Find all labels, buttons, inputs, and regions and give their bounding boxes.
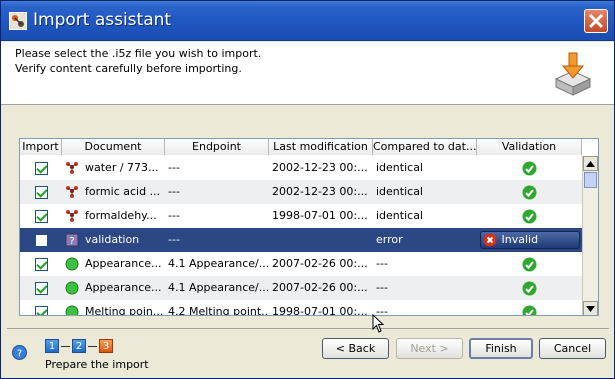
endpoint-cell: 4.1 Appearance/...	[168, 281, 269, 294]
error-icon	[483, 233, 496, 247]
invalid-label: Invalid	[501, 233, 539, 246]
modified-cell: 2002-12-23 00:...	[272, 161, 368, 174]
step-2-badge: 2	[72, 339, 86, 353]
import-checkbox[interactable]	[34, 185, 48, 199]
endpoint-cell: ---	[168, 233, 180, 246]
check-ok-icon	[522, 305, 537, 315]
table-row[interactable]: formaldehy... --- 1998-07-01 00:... iden…	[20, 204, 582, 228]
unknown-doc-icon: ?	[65, 233, 79, 247]
col-last-modification-header[interactable]: Last modification	[269, 139, 373, 155]
table-row[interactable]: formic acid ... --- 2002-12-23 00:... id…	[20, 180, 582, 204]
col-compared-header[interactable]: Compared to dat...	[373, 139, 477, 155]
check-ok-icon	[522, 161, 537, 175]
import-checkbox[interactable]	[34, 305, 48, 315]
title-bar[interactable]: Import assistant	[1, 1, 614, 41]
modified-cell: 1998-07-01 00:...	[272, 209, 368, 222]
green-circle-icon	[65, 257, 79, 271]
import-assistant-window: Import assistant Please select the .i5z …	[0, 0, 615, 379]
check-ok-icon	[522, 281, 537, 295]
endpoint-cell: ---	[168, 161, 180, 174]
modified-cell: 2007-02-26 00:...	[272, 281, 368, 294]
check-ok-icon	[522, 257, 537, 271]
green-circle-icon	[65, 281, 79, 295]
modified-cell: 1998-07-01 00:...	[272, 305, 368, 316]
arrow-up-icon	[586, 160, 595, 167]
vertical-scrollbar[interactable]	[582, 156, 598, 315]
current-step-label: Prepare the import	[45, 358, 149, 371]
invalid-status[interactable]: Invalid	[479, 231, 580, 249]
import-checkbox[interactable]	[34, 257, 48, 271]
table-row[interactable]: Appearance... 4.1 Appearance/... 2007-02…	[20, 276, 582, 300]
table-body: water / 773... --- 2002-12-23 00:... ide…	[20, 156, 582, 316]
compared-cell: identical	[376, 209, 423, 222]
document-name: validation	[85, 233, 140, 246]
back-button[interactable]: < Back	[322, 338, 389, 359]
compared-cell: identical	[376, 185, 423, 198]
header-panel: Please select the .i5z file you wish to …	[1, 42, 614, 105]
endpoint-cell: ---	[168, 185, 180, 198]
scroll-down-button[interactable]	[583, 301, 598, 315]
table-row-selected[interactable]: ? validation --- error Invalid	[20, 228, 582, 252]
col-document-header[interactable]: Document	[62, 139, 165, 155]
compared-cell: error	[376, 233, 403, 246]
compared-cell: ---	[376, 281, 388, 294]
instruction-line-2: Verify content carefully before importin…	[15, 62, 242, 75]
document-name: Appearance...	[85, 257, 162, 270]
col-import-header[interactable]: Import	[20, 139, 62, 155]
table-row[interactable]: Melting poin... 4.2 Melting point... 199…	[20, 300, 582, 316]
document-name: water / 773...	[85, 161, 159, 174]
document-name: Melting poin...	[85, 305, 164, 316]
step-1-badge: 1	[45, 339, 59, 353]
mouse-cursor-icon	[372, 314, 385, 333]
endpoint-cell: 4.1 Appearance/...	[168, 257, 269, 270]
import-checkbox[interactable]	[34, 233, 48, 247]
next-button[interactable]: Next >	[396, 338, 463, 359]
help-icon[interactable]: ?	[12, 345, 27, 360]
table-row[interactable]: water / 773... --- 2002-12-23 00:... ide…	[20, 156, 582, 180]
compared-cell: ---	[376, 257, 388, 270]
footer-divider	[7, 328, 609, 329]
svg-text:?: ?	[17, 349, 22, 360]
instruction-line-1: Please select the .i5z file you wish to …	[15, 47, 262, 60]
modified-cell: 2002-12-23 00:...	[272, 185, 368, 198]
close-button[interactable]	[584, 9, 608, 33]
import-checkbox[interactable]	[34, 161, 48, 175]
step-3-badge: 3	[99, 339, 113, 353]
scroll-thumb[interactable]	[584, 172, 597, 188]
svg-text:?: ?	[69, 236, 74, 247]
import-checkbox[interactable]	[34, 281, 48, 295]
import-checkbox[interactable]	[34, 209, 48, 223]
app-logo-icon	[9, 12, 27, 30]
compared-cell: ---	[376, 305, 388, 316]
scroll-up-button[interactable]	[583, 156, 598, 171]
endpoint-cell: 4.2 Melting point...	[168, 305, 269, 316]
import-table: Import Document Endpoint Last modificati…	[19, 138, 599, 316]
check-ok-icon	[522, 185, 537, 199]
green-circle-icon	[65, 305, 79, 315]
table-header: Import Document Endpoint Last modificati…	[20, 139, 582, 155]
check-ok-icon	[522, 209, 537, 223]
modified-cell: 2007-02-26 00:...	[272, 257, 368, 270]
col-validation-header[interactable]: Validation	[477, 139, 582, 155]
document-name: Appearance...	[85, 281, 162, 294]
col-endpoint-header[interactable]: Endpoint	[165, 139, 269, 155]
window-title: Import assistant	[33, 10, 172, 30]
endpoint-cell: ---	[168, 209, 180, 222]
import-tray-icon	[554, 52, 592, 96]
document-name: formic acid ...	[85, 185, 161, 198]
compared-cell: identical	[376, 161, 423, 174]
arrow-down-icon	[586, 305, 595, 312]
close-icon	[588, 13, 604, 29]
table-row[interactable]: Appearance... 4.1 Appearance/... 2007-02…	[20, 252, 582, 276]
molecule-icon	[66, 210, 78, 222]
molecule-icon	[66, 162, 78, 174]
document-name: formaldehy...	[85, 209, 157, 222]
wizard-steps: 1 2 3	[45, 339, 113, 353]
cancel-button[interactable]: Cancel	[539, 338, 606, 359]
molecule-icon	[66, 186, 78, 198]
modified-cell	[269, 228, 373, 252]
finish-button[interactable]: Finish	[469, 338, 533, 359]
